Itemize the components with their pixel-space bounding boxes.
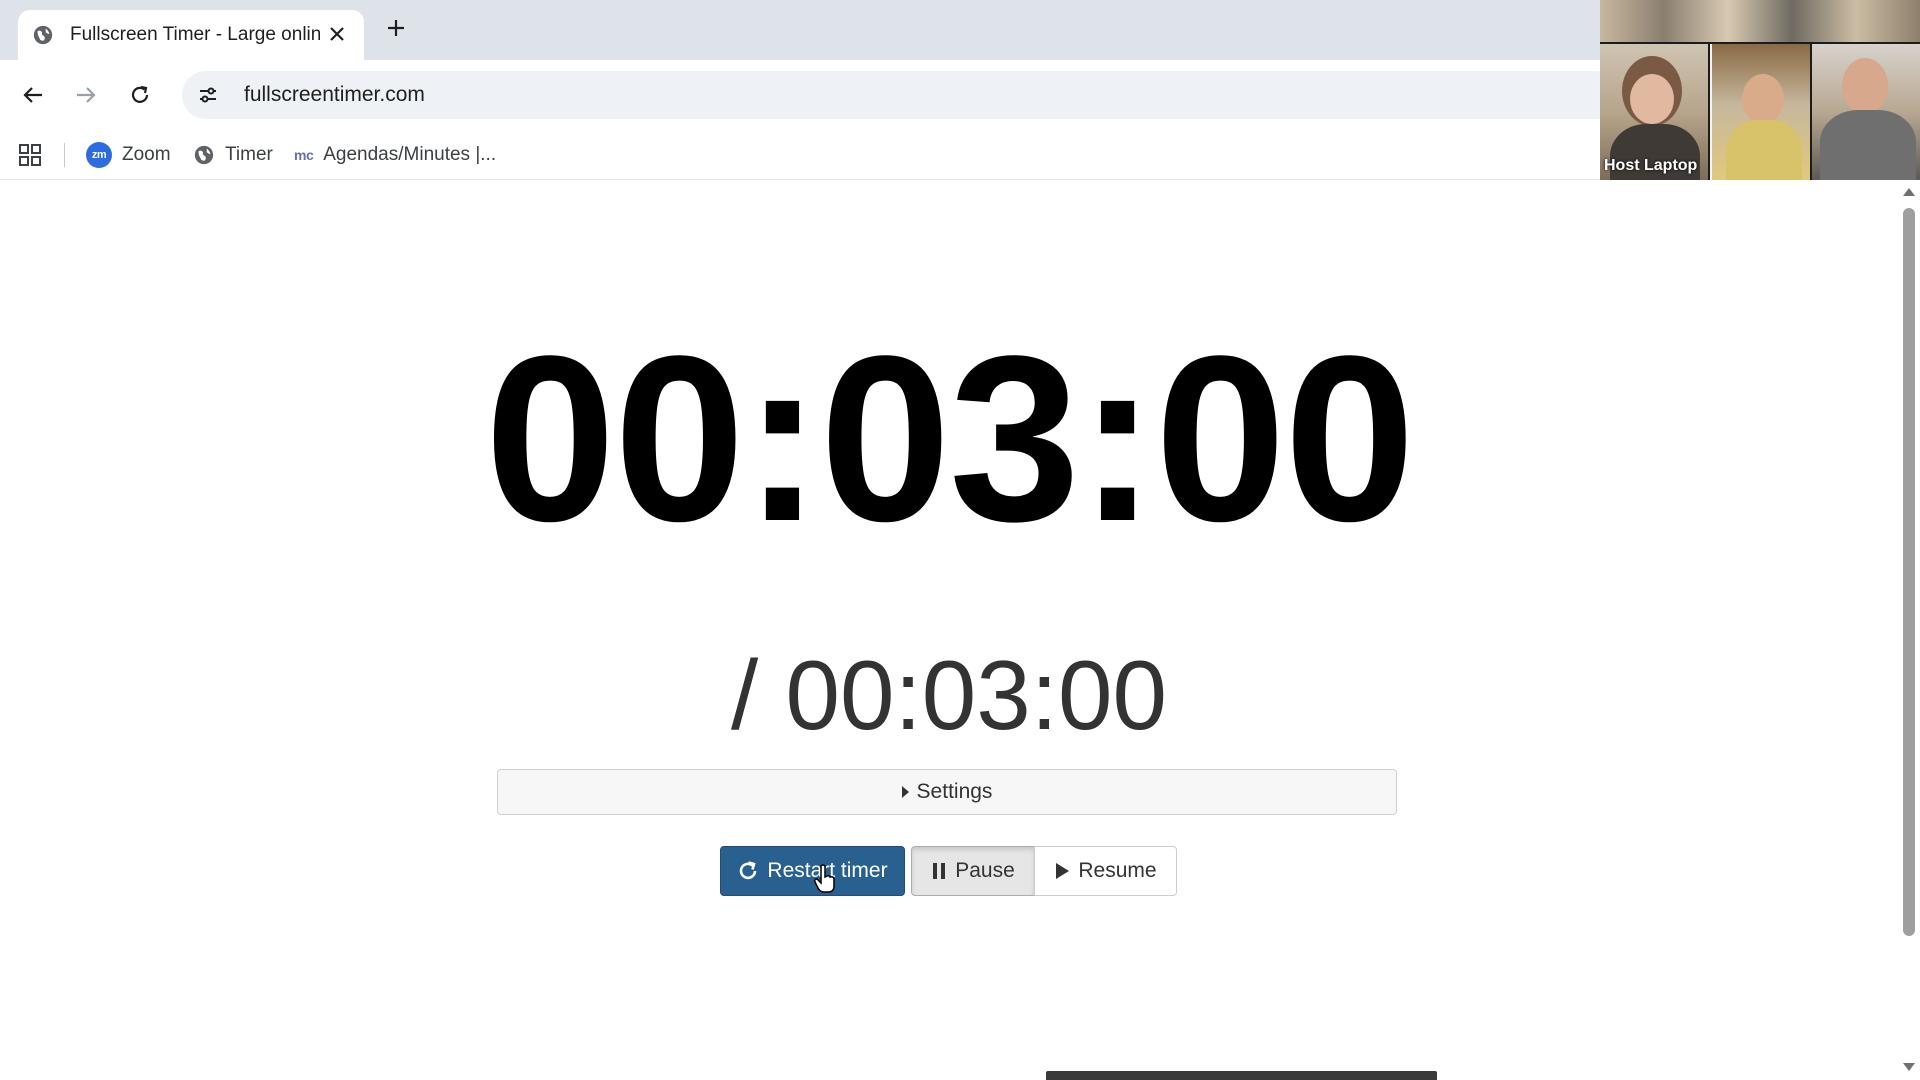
site-settings-icon[interactable] xyxy=(186,75,230,115)
browser-toolbar: fullscreentimer.com xyxy=(0,60,1600,130)
video-tile-host-laptop[interactable]: Host Laptop xyxy=(1600,44,1708,180)
pause-label: Pause xyxy=(955,859,1015,882)
pause-button[interactable]: Pause xyxy=(911,846,1035,896)
new-tab-button[interactable] xyxy=(382,14,410,42)
apps-grid-icon xyxy=(19,144,41,166)
reload-button[interactable] xyxy=(122,77,158,113)
bookmark-agendas[interactable]: mc Agendas/Minutes |... xyxy=(294,139,496,171)
video-tile-participant-2[interactable] xyxy=(1710,44,1810,180)
tab-strip: Fullscreen Timer - Large online xyxy=(0,0,1600,60)
caret-right-icon xyxy=(901,786,909,798)
participant-body xyxy=(1820,110,1916,180)
play-icon xyxy=(1054,862,1070,880)
settings-toggle[interactable]: Settings xyxy=(497,769,1397,815)
scroll-up-icon[interactable] xyxy=(1903,188,1915,196)
globe-icon xyxy=(33,25,53,45)
plus-icon xyxy=(388,20,404,36)
timer-total-display: / 00:03:00 xyxy=(731,640,1167,750)
bookmarks-bar: zm Zoom Timer mc Agendas/Minutes |... xyxy=(0,130,1600,180)
page-content: 00:03:00 / 00:03:00 Settings Restart tim… xyxy=(0,181,1898,1080)
back-button[interactable] xyxy=(15,77,51,113)
zoom-icon: zm xyxy=(86,142,112,168)
video-panel: Host Laptop xyxy=(1600,0,1920,180)
close-icon[interactable] xyxy=(324,21,350,47)
bookmark-timer[interactable]: Timer xyxy=(193,139,273,171)
bookmark-zoom[interactable]: zm Zoom xyxy=(86,139,171,171)
bookmark-label: Timer xyxy=(225,144,273,165)
timer-display: 00:03:00 xyxy=(484,307,1416,571)
bookmarks-divider xyxy=(64,143,65,167)
bookmark-label: Agendas/Minutes |... xyxy=(323,144,497,165)
url-text: fullscreentimer.com xyxy=(244,83,425,106)
video-tile-participant-3[interactable] xyxy=(1812,44,1920,180)
video-gallery-strip xyxy=(1600,0,1920,42)
arrow-left-icon xyxy=(23,87,42,103)
pause-icon xyxy=(931,862,947,880)
mc-icon: mc xyxy=(294,147,314,163)
hand-cursor-icon xyxy=(814,864,835,893)
participant-face xyxy=(1742,74,1784,124)
refresh-icon xyxy=(737,860,759,882)
reload-icon xyxy=(131,85,149,103)
video-tile-label: Host Laptop xyxy=(1604,157,1698,174)
forward-button[interactable] xyxy=(68,77,104,113)
arrow-right-icon xyxy=(77,87,96,103)
settings-label: Settings xyxy=(916,780,993,803)
vertical-scrollbar[interactable] xyxy=(1898,181,1920,1080)
resume-label: Resume xyxy=(1078,859,1157,882)
address-bar[interactable]: fullscreentimer.com xyxy=(182,71,1600,119)
tab-fullscreen-timer[interactable]: Fullscreen Timer - Large online xyxy=(18,10,364,60)
resume-button[interactable]: Resume xyxy=(1034,846,1177,896)
tab-title: Fullscreen Timer - Large online xyxy=(70,24,320,45)
globe-icon xyxy=(194,145,214,165)
participant-face xyxy=(1842,58,1888,114)
restart-timer-button[interactable]: Restart timer xyxy=(720,846,905,896)
participant-face xyxy=(1630,74,1674,124)
horizontal-scroll-thumb[interactable] xyxy=(1046,1071,1437,1080)
apps-button[interactable] xyxy=(18,139,42,171)
scroll-down-icon[interactable] xyxy=(1903,1063,1915,1071)
vertical-scroll-thumb[interactable] xyxy=(1903,208,1915,936)
bookmark-label: Zoom xyxy=(122,144,171,165)
participant-body xyxy=(1726,120,1802,180)
browser-window: Fullscreen Timer - Large online fullscre… xyxy=(0,0,1920,1080)
